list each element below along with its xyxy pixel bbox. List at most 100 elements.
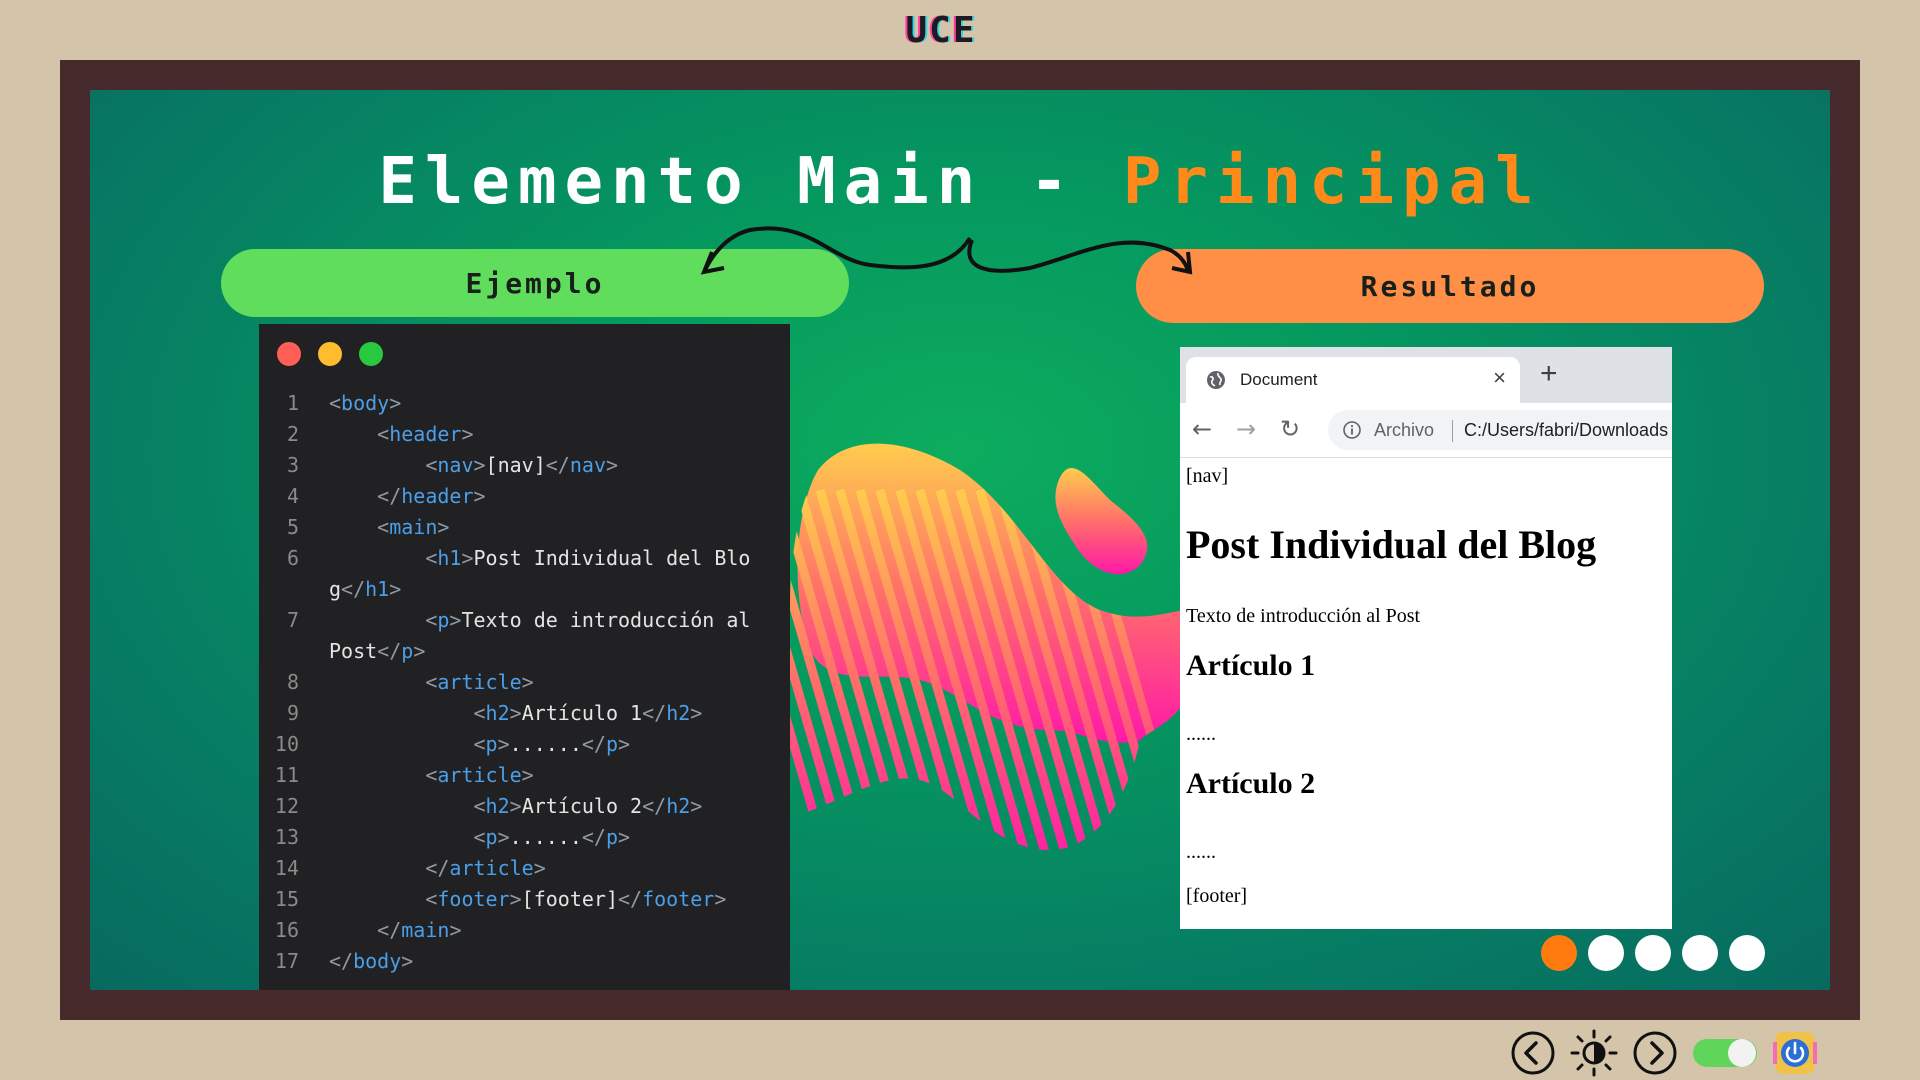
code-bracket: </	[377, 484, 402, 508]
code-bracket: </	[618, 887, 643, 911]
code-tag: p	[485, 732, 498, 756]
code-line: g</h1>	[259, 574, 790, 605]
code-line: 7 <p>Texto de introducción al	[259, 605, 790, 636]
url-text[interactable]: C:/Users/fabri/Downloads	[1464, 420, 1668, 441]
line-number: 3	[286, 453, 299, 477]
tab-document[interactable]: Document ×	[1186, 357, 1520, 403]
line-number: 16	[274, 918, 299, 942]
code-line: 4 </header>	[259, 481, 790, 512]
code-line: 5 <main>	[259, 512, 790, 543]
article-1-heading: Artículo 1	[1186, 649, 1316, 682]
code-content: Artículo 2	[521, 794, 643, 818]
page-heading: Post Individual del Blog	[1186, 522, 1597, 567]
back-button[interactable]: ←	[1192, 415, 1212, 443]
pager-dot[interactable]	[1682, 935, 1718, 971]
code-bracket: >	[449, 918, 462, 942]
url-scheme-label: Archivo	[1374, 420, 1435, 440]
line-number: 15	[274, 887, 299, 911]
code-line: 1 <body>	[259, 388, 790, 419]
code-bracket: </	[329, 949, 354, 973]
code-content: g	[329, 577, 342, 601]
info-icon[interactable]	[1342, 420, 1362, 440]
globe-icon	[1207, 371, 1225, 389]
page-intro: Texto de introducción al Post	[1186, 605, 1421, 627]
line-number: 1	[286, 391, 299, 415]
code-bracket: >	[497, 732, 510, 756]
code-text: </main>	[329, 915, 461, 946]
brightness-icon[interactable]	[1570, 1029, 1618, 1077]
line-number: 17	[274, 949, 299, 973]
code-line: 12 <h2>Artículo 2</h2>	[259, 791, 790, 822]
code-text: <p>Texto de introducción al	[329, 605, 750, 636]
pager-dot[interactable]	[1588, 935, 1624, 971]
code-text: <h2>Artículo 2</h2>	[329, 791, 703, 822]
code-content: Artículo 1	[521, 701, 643, 725]
code-content: Texto de introducción al	[461, 608, 751, 632]
code-tag: header	[401, 484, 474, 508]
pager-dot[interactable]	[1541, 935, 1577, 971]
address-bar[interactable]: Archivo C:/Users/fabri/Downloads	[1328, 410, 1672, 450]
code-text: <p>......</p>	[329, 822, 631, 853]
code-text: <body>	[329, 388, 401, 419]
code-bracket: >	[521, 763, 534, 787]
pager-dot[interactable]	[1635, 935, 1671, 971]
close-tab-icon[interactable]: ×	[1493, 365, 1506, 391]
code-tag: h2	[666, 794, 691, 818]
code-line: 9 <h2>Artículo 1</h2>	[259, 698, 790, 729]
code-text: <nav>[nav]</nav>	[329, 450, 618, 481]
code-tag: p	[605, 732, 619, 756]
double-arrow-icon	[700, 226, 1193, 275]
code-bracket: >	[509, 794, 522, 818]
code-tag: h2	[666, 701, 691, 725]
code-bracket: <	[473, 732, 486, 756]
code-text: Post</p>	[329, 636, 425, 667]
code-bracket: >	[618, 825, 631, 849]
code-text: <article>	[329, 667, 533, 698]
toggle-switch-icon[interactable]	[1692, 1036, 1758, 1070]
code-tag: p	[437, 608, 450, 632]
code-bracket: >	[473, 453, 486, 477]
code-editor: 1 <body> 2 < header > 3 <nav>[nav]</nav> 4 </h…	[259, 324, 790, 990]
code-bracket: >	[533, 856, 546, 880]
code-tag: article	[449, 856, 534, 880]
code-bracket: <	[473, 794, 486, 818]
code-bracket: </	[642, 701, 667, 725]
code-bracket: <	[425, 546, 438, 570]
pager-dot[interactable]	[1729, 935, 1765, 971]
code-line: 10 <p>......</p>	[259, 729, 790, 760]
code-content: [footer]	[521, 887, 618, 911]
url-separator	[1452, 420, 1453, 442]
code-content: Post	[329, 639, 378, 663]
code-text: <h2>Artículo 1</h2>	[329, 698, 703, 729]
forward-button[interactable]: →	[1236, 415, 1256, 443]
code-bracket: </	[341, 577, 366, 601]
code-text: <main>	[329, 512, 449, 543]
power-icon[interactable]	[1772, 1028, 1818, 1078]
code-bracket: >	[509, 887, 522, 911]
new-tab-button[interactable]: +	[1540, 359, 1558, 389]
chevron-right-circle-icon[interactable]	[1632, 1030, 1678, 1076]
line-number: 2	[286, 422, 299, 446]
code-bracket: <	[425, 763, 438, 787]
code-text: </article>	[329, 853, 546, 884]
chevron-left-circle-icon[interactable]	[1510, 1030, 1556, 1076]
code-bracket: >	[389, 391, 402, 415]
line-number: 11	[274, 763, 299, 787]
code-bracket: <	[329, 391, 342, 415]
presentation-controls	[1510, 1028, 1818, 1078]
reload-button[interactable]: ↻	[1280, 415, 1300, 443]
code-bracket: >	[449, 608, 462, 632]
page-nav: [nav]	[1186, 465, 1229, 487]
code-bracket: >	[437, 515, 450, 539]
code-bracket: <	[425, 887, 438, 911]
